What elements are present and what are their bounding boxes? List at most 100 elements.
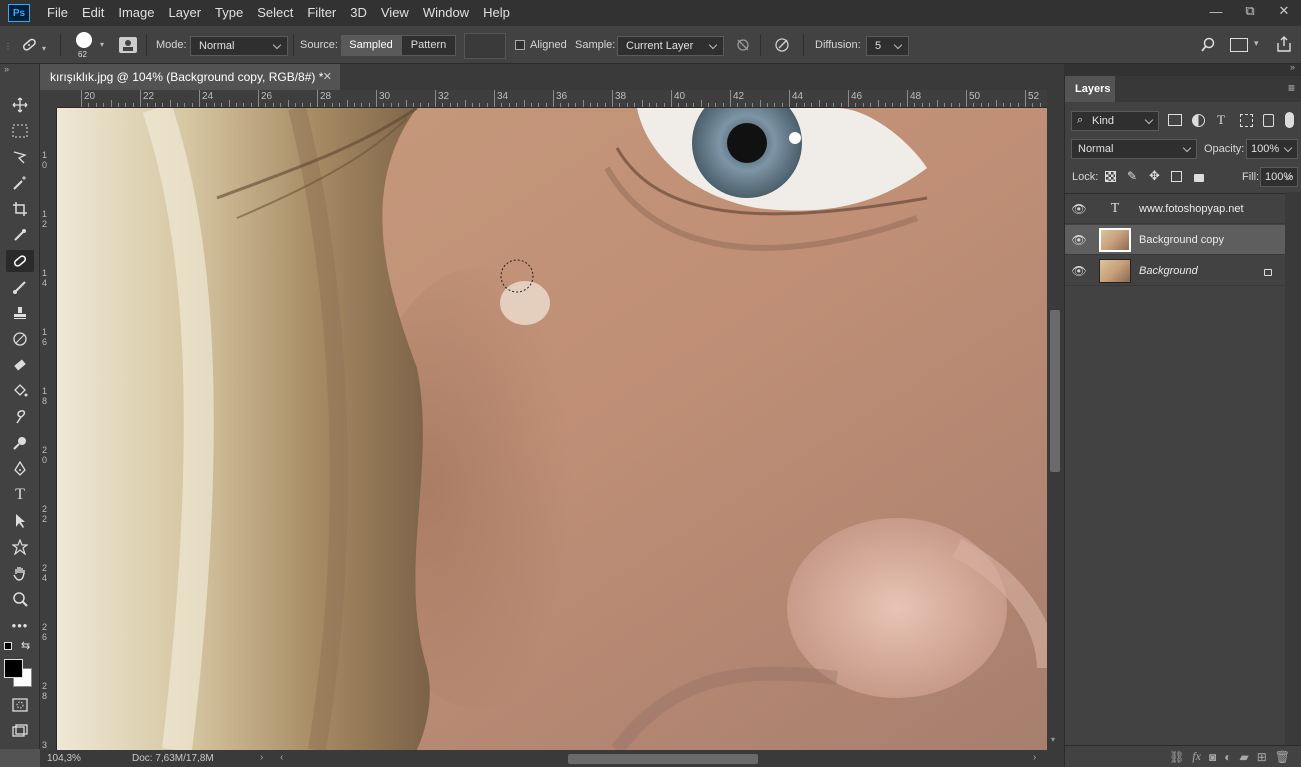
marquee-tool-icon[interactable] [6,120,34,142]
blend-mode-dropdown[interactable]: Normal [1071,139,1197,159]
layer-row-text[interactable]: 👁 T www.fotoshopyap.net [1065,194,1286,224]
lock-transparent-icon[interactable] [1105,171,1116,182]
vertical-scrollbar[interactable]: ▾ [1047,90,1064,750]
scroll-left-icon[interactable]: ‹ [280,752,283,763]
ignore-adjustment-layers-icon[interactable] [736,38,750,52]
fill-field[interactable]: 100% [1260,167,1298,187]
filter-shape-icon[interactable] [1240,114,1253,127]
restore-button[interactable]: ⧉ [1233,0,1267,22]
close-document-icon[interactable]: ✕ [323,70,332,83]
brush-tip-icon[interactable] [76,32,92,48]
more-tools-icon[interactable]: ••• [6,614,34,636]
clone-stamp-tool-icon[interactable] [6,302,34,324]
close-button[interactable]: ✕ [1267,0,1301,22]
menu-view[interactable]: View [374,0,416,26]
workspace-icon[interactable] [1230,38,1248,52]
filter-type-icon[interactable]: T [1217,112,1225,128]
eyedropper-tool-icon[interactable] [6,224,34,246]
filter-smart-object-icon[interactable] [1263,114,1274,127]
lasso-tool-icon[interactable] [6,146,34,168]
pressure-size-icon[interactable] [774,37,790,53]
default-colors-icon[interactable] [4,642,12,650]
document-tab[interactable]: kırışıklık.jpg @ 104% (Background copy, … [40,64,340,90]
diffusion-dropdown[interactable]: 5 [866,36,909,56]
source-pattern-button[interactable]: Pattern [401,35,456,56]
ruler-origin[interactable] [40,90,57,108]
horizontal-scroll-thumb[interactable] [568,754,758,764]
filter-toggle[interactable] [1285,112,1294,128]
magic-wand-tool-icon[interactable] [6,172,34,194]
filter-pixel-icon[interactable] [1168,114,1182,126]
history-brush-tool-icon[interactable] [6,328,34,350]
custom-shape-tool-icon[interactable] [6,536,34,558]
menu-help[interactable]: Help [476,0,517,26]
quick-mask-icon[interactable] [6,694,34,716]
brush-tool-icon[interactable] [6,276,34,298]
delete-layer-icon[interactable]: 🗑 [1275,750,1290,764]
layer-row-background[interactable]: 👁 Background [1065,256,1286,286]
layers-scrollbar[interactable] [1285,192,1301,745]
hand-tool-icon[interactable] [6,562,34,584]
minimize-button[interactable]: — [1199,0,1233,22]
layer-name[interactable]: Background [1139,265,1198,277]
layers-tab[interactable]: Layers [1065,76,1115,102]
mode-dropdown[interactable]: Normal [190,36,288,56]
menu-filter[interactable]: Filter [300,0,343,26]
lock-pixels-icon[interactable]: ✎ [1127,169,1137,183]
menu-image[interactable]: Image [111,0,161,26]
lock-position-icon[interactable]: ✥ [1149,168,1160,184]
search-icon[interactable] [1200,37,1216,53]
aligned-checkbox[interactable] [515,40,525,50]
panel-menu-icon[interactable]: ≡ [1288,81,1295,95]
menu-edit[interactable]: Edit [75,0,111,26]
brush-chevron-icon[interactable]: ▾ [100,40,104,49]
horizontal-ruler[interactable]: 20 22 24 26 28 30 32 34 36 38 40 42 44 46 48 50 52 [57,90,1047,108]
menu-window[interactable]: Window [416,0,476,26]
collapse-panels-icon[interactable]: » [1290,62,1295,72]
document-canvas[interactable] [57,108,1047,750]
lock-all-icon[interactable] [1194,174,1204,182]
zoom-level[interactable]: 104,3% [47,753,81,764]
healing-brush-tool-icon[interactable] [6,250,34,272]
preset-chevron-icon[interactable]: ▾ [42,44,46,53]
move-tool-icon[interactable] [6,94,34,116]
paint-bucket-tool-icon[interactable] [6,380,34,402]
sample-dropdown[interactable]: Current Layer [617,36,724,56]
menu-layer[interactable]: Layer [162,0,209,26]
new-group-icon[interactable]: ▰ [1239,750,1248,764]
healing-brush-preset-icon[interactable] [18,34,40,56]
layer-style-fx-icon[interactable]: fx [1192,749,1201,764]
menu-type[interactable]: Type [208,0,250,26]
type-tool-icon[interactable]: T [6,484,34,506]
workspace-chevron-icon[interactable]: ▾ [1254,38,1259,49]
zoom-tool-icon[interactable] [6,588,34,610]
scroll-right-icon[interactable]: › [1033,752,1036,763]
crop-tool-icon[interactable] [6,198,34,220]
layer-row-background-copy[interactable]: 👁 Background copy [1065,225,1286,255]
swap-colors-icon[interactable]: ⇆ [21,639,30,652]
eraser-tool-icon[interactable] [6,354,34,376]
filter-adjustment-icon[interactable] [1192,114,1205,127]
collapse-toolbar-icon[interactable]: » [4,64,9,74]
new-adjustment-layer-icon[interactable]: ◐ [1224,750,1231,764]
layer-name[interactable]: Background copy [1139,234,1224,246]
source-sampled-button[interactable]: Sampled [341,35,401,56]
dodge-tool-icon[interactable] [6,432,34,454]
new-layer-icon[interactable]: ⊞ [1257,750,1267,764]
screen-mode-icon[interactable] [6,720,34,742]
status-menu-icon[interactable]: › [260,752,263,763]
layer-name[interactable]: www.fotoshopyap.net [1139,203,1244,215]
vertical-ruler[interactable]: 10 12 14 16 18 20 22 24 26 28 3 [40,108,57,750]
share-icon[interactable] [1276,35,1292,53]
foreground-color-swatch[interactable] [4,659,23,678]
visibility-eye-icon[interactable]: 👁 [1065,202,1093,216]
opacity-field[interactable]: 100% [1246,139,1298,159]
menu-select[interactable]: Select [250,0,300,26]
path-selection-tool-icon[interactable] [6,510,34,532]
link-layers-icon[interactable]: ⛓ [1169,750,1184,764]
vertical-scroll-thumb[interactable] [1050,310,1060,472]
smudge-tool-icon[interactable] [6,406,34,428]
pen-tool-icon[interactable] [6,458,34,480]
add-mask-icon[interactable]: ◙ [1209,750,1216,764]
layer-filter-dropdown[interactable]: Kind [1071,111,1159,131]
